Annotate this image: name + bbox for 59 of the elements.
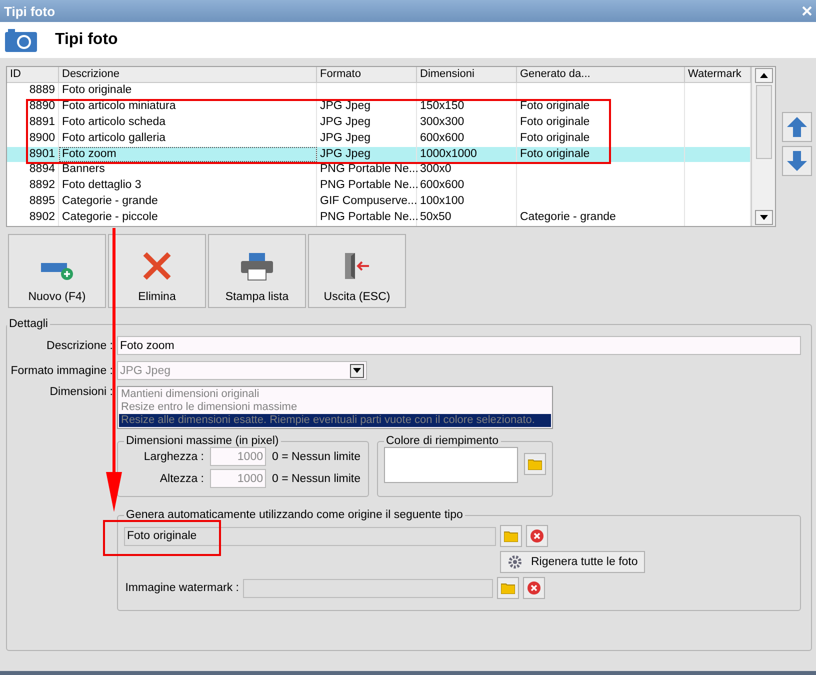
- clear-button[interactable]: [523, 577, 545, 599]
- table-cell: Foto originale: [59, 82, 317, 99]
- section-legend: Dettagli: [7, 318, 50, 330]
- move-down-button[interactable]: [782, 146, 812, 176]
- source-field[interactable]: Foto originale: [124, 526, 496, 546]
- clear-icon: [527, 581, 541, 595]
- table-cell: Foto zoom: [59, 146, 317, 162]
- dimensions-listbox[interactable]: Mantieni dimensioni originali Resize entro le dimensioni massime Resize alle dimensioni esatte. Riempie eventuali parti vuote con il colore selezionato.: [117, 386, 553, 429]
- folder-icon: [528, 458, 542, 470]
- table-cell: Categorie - piccole: [59, 210, 317, 226]
- add-icon: [41, 261, 73, 281]
- section-legend: Dimensioni massime (in pixel): [124, 435, 281, 447]
- close-icon[interactable]: [802, 6, 812, 16]
- clear-icon: [530, 529, 544, 543]
- browse-button[interactable]: [524, 453, 546, 475]
- list-option[interactable]: Mantieni dimensioni originali: [119, 388, 551, 401]
- field-label: Descrizione :: [46, 340, 113, 352]
- field-label: Altezza :: [158, 472, 204, 484]
- table-cell: 50x50: [417, 210, 517, 226]
- folder-icon: [501, 582, 515, 594]
- table-row[interactable]: 8901 Foto zoom JPG Jpeg 1000x1000 Foto originale: [7, 146, 751, 162]
- browse-button[interactable]: [500, 525, 522, 547]
- list-option[interactable]: Resize entro le dimensioni massime: [119, 401, 551, 414]
- toolbar-button[interactable]: Uscita (ESC): [308, 234, 406, 308]
- browse-button[interactable]: [497, 577, 519, 599]
- folder-icon: [504, 530, 518, 542]
- table-cell: JPG Jpeg: [317, 146, 417, 162]
- field-label: Dimensioni :: [48, 386, 113, 398]
- toolbar-button[interactable]: Elimina: [108, 234, 206, 308]
- clear-button[interactable]: [526, 525, 548, 547]
- table-cell: 8902: [7, 210, 59, 226]
- color-swatch[interactable]: [384, 447, 518, 483]
- delete-icon: [142, 251, 172, 281]
- page-title: Tipi foto: [55, 31, 118, 49]
- camera-icon: [5, 28, 37, 52]
- section-legend: Colore di riempimento: [384, 435, 500, 447]
- window-title: Tipi foto: [4, 4, 56, 18]
- field-label: Larghezza :: [142, 450, 204, 462]
- hint-text: 0 = Nessun limite: [272, 450, 361, 462]
- move-up-button[interactable]: [782, 112, 812, 142]
- table-cell: Categorie - grande: [517, 210, 685, 226]
- toolbar-button[interactable]: Nuovo (F4): [8, 234, 106, 308]
- table-cell: PNG Portable Ne...: [317, 210, 417, 226]
- list-option[interactable]: Resize alle dimensioni esatte. Riempie eventuali parti vuote con il colore selezionato.: [119, 414, 551, 427]
- table-cell: 1000x1000: [417, 146, 517, 162]
- watermark-field[interactable]: [243, 578, 493, 598]
- hint-text: 0 = Nessun limite: [272, 472, 361, 484]
- section-legend: Genera automaticamente utilizzando come origine il seguente tipo: [124, 509, 465, 521]
- scroll-down-icon[interactable]: [760, 215, 768, 220]
- toolbar-button[interactable]: Stampa lista: [208, 234, 306, 308]
- field-label: Immagine watermark :: [124, 582, 239, 594]
- description-field[interactable]: Foto zoom: [117, 336, 801, 355]
- regenerate-button[interactable]: Rigenera tutte le foto: [500, 551, 645, 573]
- scrollbar[interactable]: [751, 67, 775, 226]
- scroll-up-icon[interactable]: [760, 73, 768, 78]
- exit-icon: [343, 251, 371, 281]
- gear-icon: [507, 554, 523, 570]
- field-label: Formato immagine :: [10, 364, 113, 376]
- printer-icon: [241, 253, 273, 281]
